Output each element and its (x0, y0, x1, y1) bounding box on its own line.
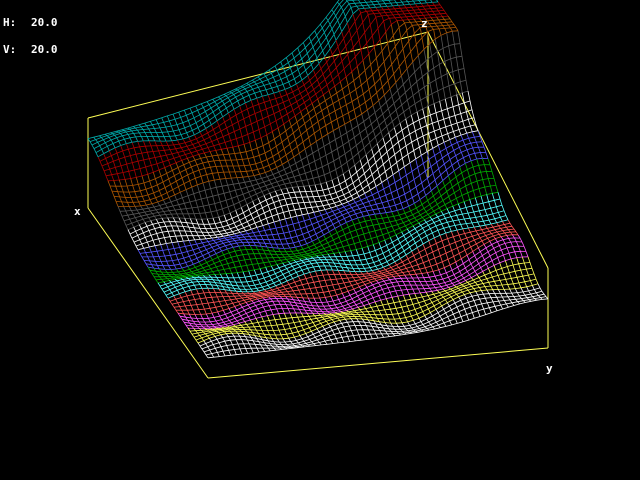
mesh-line-v (267, 223, 279, 249)
mesh-line-v (147, 266, 159, 284)
mesh-line-v (214, 274, 226, 290)
mesh-line-v (226, 148, 238, 178)
mesh-line-v (415, 274, 427, 293)
z-axis-label: z (421, 17, 428, 30)
y-axis-label: y (546, 362, 553, 375)
mesh-line-v (344, 251, 356, 272)
mesh-line-v (440, 35, 452, 97)
mesh-line-u (107, 15, 449, 182)
mesh-line-v (351, 0, 360, 10)
mesh-line-v (297, 186, 309, 214)
wireframe-surface (87, 0, 549, 359)
mesh-line-v (436, 0, 439, 3)
mesh-line-v (148, 246, 160, 270)
mesh-line-v (232, 146, 244, 178)
mesh-line-v (402, 208, 414, 227)
x-axis-label: x (74, 205, 81, 218)
mesh-line-v (143, 248, 155, 269)
mesh-line-v (185, 189, 197, 220)
mesh-line-v (218, 216, 229, 236)
mesh-line-v (311, 103, 323, 138)
mesh-line-u (99, 4, 441, 162)
mesh-line-v (333, 253, 345, 271)
mesh-line-v (225, 273, 237, 292)
mesh-line-v (249, 245, 261, 269)
mesh-line-v (338, 252, 350, 272)
mesh-line-v (296, 297, 308, 314)
mesh-line-v (266, 315, 278, 340)
box-edge-base-front-left (87, 207, 209, 379)
mesh-line-v (219, 273, 231, 291)
mesh-line-v (189, 218, 201, 240)
mesh-line-v (284, 218, 296, 248)
mesh-line-v (446, 32, 458, 95)
mesh-line-v (481, 158, 493, 194)
surface-plot-canvas[interactable]: x y z (0, 0, 640, 480)
mesh-line-v (177, 312, 189, 329)
mesh-line-v (487, 158, 499, 193)
mesh-line-v (373, 320, 385, 338)
mesh-line-u (111, 21, 453, 193)
mesh-line-v (120, 145, 132, 179)
mesh-line-v (107, 180, 119, 207)
mesh-line-v (447, 15, 459, 32)
mesh-line-v (117, 206, 129, 230)
mesh-line-v (409, 274, 421, 294)
mesh-line-v (178, 217, 190, 241)
box-edge-top-back-left (87, 31, 429, 119)
mesh-line-v (172, 217, 184, 242)
mesh-line-v (367, 319, 379, 339)
mesh-line-v (248, 334, 260, 353)
mesh-line-v (159, 140, 171, 166)
mesh-line-v (104, 133, 116, 149)
mesh-line-v (113, 180, 125, 207)
mesh-line-v (118, 179, 130, 207)
mesh-line-v (357, 0, 365, 9)
mesh-line-v (378, 321, 390, 337)
mesh-line-v (477, 130, 489, 159)
mesh-line-v (254, 335, 266, 352)
mesh-line-v (184, 218, 196, 241)
mesh-line-v (179, 192, 191, 219)
